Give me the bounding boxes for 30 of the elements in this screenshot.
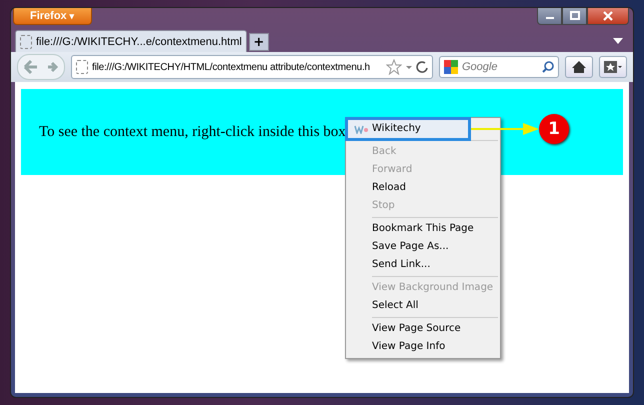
- menu-item[interactable]: Reload: [348, 179, 498, 197]
- menu-item[interactable]: Bookmark This Page: [348, 220, 498, 238]
- site-logo-icon: [354, 124, 368, 134]
- arrow: [471, 122, 541, 136]
- menu-item[interactable]: View Page Info: [348, 338, 498, 356]
- tab-list-icon[interactable]: [613, 38, 623, 44]
- search-icon[interactable]: [542, 61, 554, 73]
- home-button[interactable]: [565, 56, 593, 78]
- minimize-button[interactable]: [537, 8, 562, 25]
- new-tab-button[interactable]: +: [248, 33, 269, 51]
- menu-item[interactable]: View Page Source: [348, 320, 498, 338]
- close-button[interactable]: [587, 8, 629, 25]
- menu-item[interactable]: Send Link...: [348, 256, 498, 274]
- home-icon: [571, 60, 587, 74]
- menu-item[interactable]: Wikitechy: [348, 120, 468, 138]
- bookmark-star-icon: [603, 60, 623, 74]
- box-text: To see the context menu, right-click inside this box: [39, 124, 346, 140]
- bookmarks-button[interactable]: [599, 56, 627, 78]
- menu-item[interactable]: Save Page As...: [348, 238, 498, 256]
- maximize-icon: [568, 11, 580, 21]
- search-box[interactable]: Google: [439, 56, 559, 78]
- address-field[interactable]: file:///G:/WIKITECHY/HTML/contextmenu attribute/contextmenu.h: [71, 55, 433, 79]
- dropdown-caret-icon[interactable]: [406, 66, 412, 68]
- close-icon: [602, 11, 614, 21]
- star-icon[interactable]: [386, 59, 402, 75]
- menu-item[interactable]: Select All: [348, 297, 498, 315]
- reload-icon[interactable]: [416, 61, 428, 73]
- search-field[interactable]: Google: [462, 61, 538, 73]
- maximize-button[interactable]: [562, 8, 587, 25]
- browser-tab[interactable]: file:///G:/WIKITECHY...e/contextmenu.html: [15, 30, 247, 52]
